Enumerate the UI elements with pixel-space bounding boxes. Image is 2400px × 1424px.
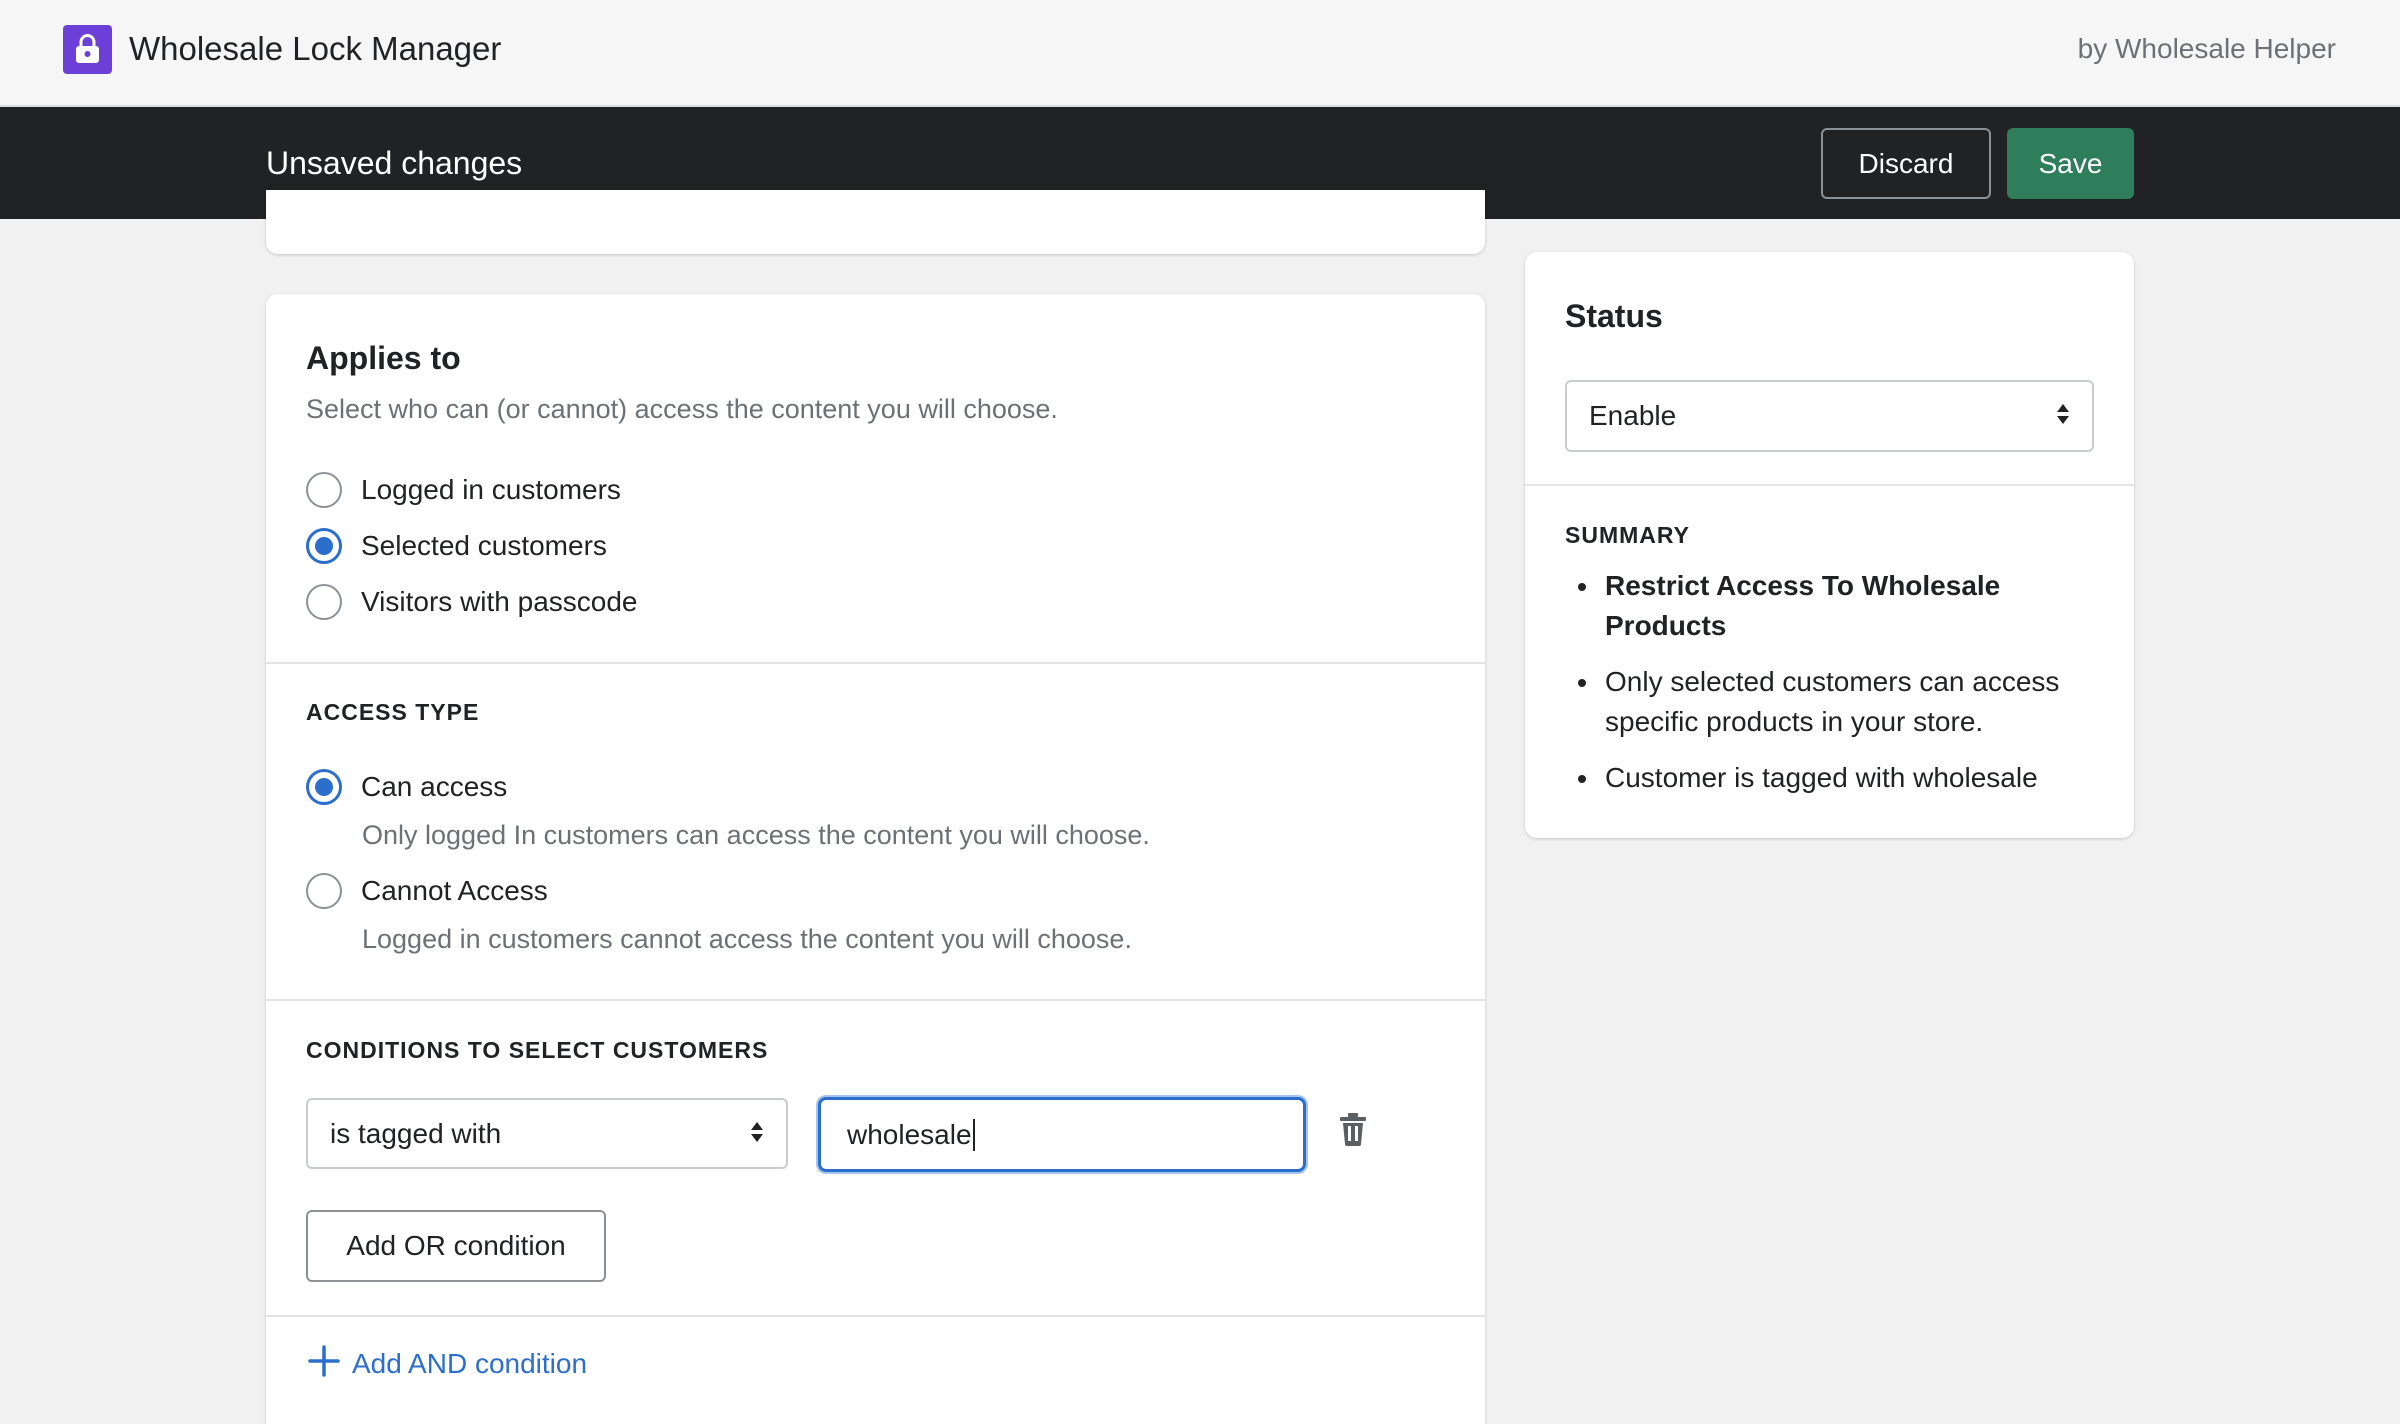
app-header: Wholesale Lock Manager by Wholesale Help…	[0, 0, 2400, 107]
add-or-condition-button[interactable]: Add OR condition	[306, 1210, 606, 1282]
section-divider	[266, 999, 1485, 1001]
radio-label: Can access	[361, 771, 508, 802]
radio-label: Cannot Access	[361, 875, 548, 906]
radio-cannot-access[interactable]: Cannot Access	[306, 871, 548, 911]
app-vendor: by Wholesale Helper	[2077, 33, 2336, 64]
radio-label: Visitors with passcode	[361, 586, 638, 617]
summary-item: Only selected customers can access speci…	[1565, 662, 2095, 742]
radio-logged-in-customers[interactable]: Logged in customers	[306, 470, 621, 510]
section-divider	[1525, 484, 2134, 486]
add-and-condition-label: Add AND condition	[352, 1347, 588, 1379]
plus-icon	[308, 1345, 340, 1382]
condition-value-input[interactable]: wholesale	[818, 1097, 1306, 1172]
radio-button[interactable]	[306, 584, 342, 620]
save-button[interactable]: Save	[2007, 128, 2134, 199]
status-card: Status Enable SUMMARY Restrict Access To…	[1525, 252, 2134, 838]
previous-card	[266, 190, 1485, 254]
unsaved-changes-title: Unsaved changes	[266, 145, 523, 181]
text-caret	[972, 1118, 975, 1151]
applies-to-description: Select who can (or cannot) access the co…	[306, 394, 1058, 424]
cannot-access-help-text: Logged in customers cannot access the co…	[362, 924, 1132, 954]
app-logo	[63, 25, 112, 74]
radio-button[interactable]	[306, 769, 342, 805]
access-type-heading: ACCESS TYPE	[306, 699, 480, 725]
section-divider	[266, 662, 1485, 664]
delete-condition-icon[interactable]	[1339, 1112, 1367, 1151]
select-arrows-icon	[750, 1118, 764, 1150]
radio-button[interactable]	[306, 873, 342, 909]
radio-button[interactable]	[306, 528, 342, 564]
condition-value-text: wholesale	[847, 1118, 972, 1150]
can-access-help-text: Only logged In customers can access the …	[362, 820, 1150, 850]
radio-button[interactable]	[306, 472, 342, 508]
summary-heading: SUMMARY	[1565, 522, 1690, 548]
status-select-value: Enable	[1589, 400, 1677, 431]
rule-settings-card: Applies to Select who can (or cannot) ac…	[266, 294, 1485, 1424]
radio-label: Selected customers	[361, 530, 607, 561]
radio-selected-customers[interactable]: Selected customers	[306, 526, 607, 566]
add-and-condition-link[interactable]: Add AND condition	[308, 1345, 587, 1382]
status-heading: Status	[1565, 298, 1663, 334]
condition-type-value: is tagged with	[330, 1117, 502, 1149]
radio-label: Logged in customers	[361, 474, 621, 505]
radio-can-access[interactable]: Can access	[306, 767, 507, 807]
section-divider	[266, 1315, 1485, 1317]
summary-list: Restrict Access To Wholesale Products On…	[1565, 566, 2095, 814]
conditions-heading: CONDITIONS TO SELECT CUSTOMERS	[306, 1037, 769, 1063]
summary-item: Restrict Access To Wholesale Products	[1565, 566, 2095, 646]
applies-to-heading: Applies to	[306, 340, 461, 376]
status-select[interactable]: Enable	[1565, 380, 2094, 452]
select-arrows-icon	[2056, 400, 2070, 432]
discard-button[interactable]: Discard	[1821, 128, 1991, 199]
condition-type-select[interactable]: is tagged with	[306, 1098, 788, 1169]
summary-item: Customer is tagged with wholesale	[1565, 758, 2095, 798]
radio-visitors-with-passcode[interactable]: Visitors with passcode	[306, 582, 638, 622]
app-title: Wholesale Lock Manager	[129, 30, 502, 67]
